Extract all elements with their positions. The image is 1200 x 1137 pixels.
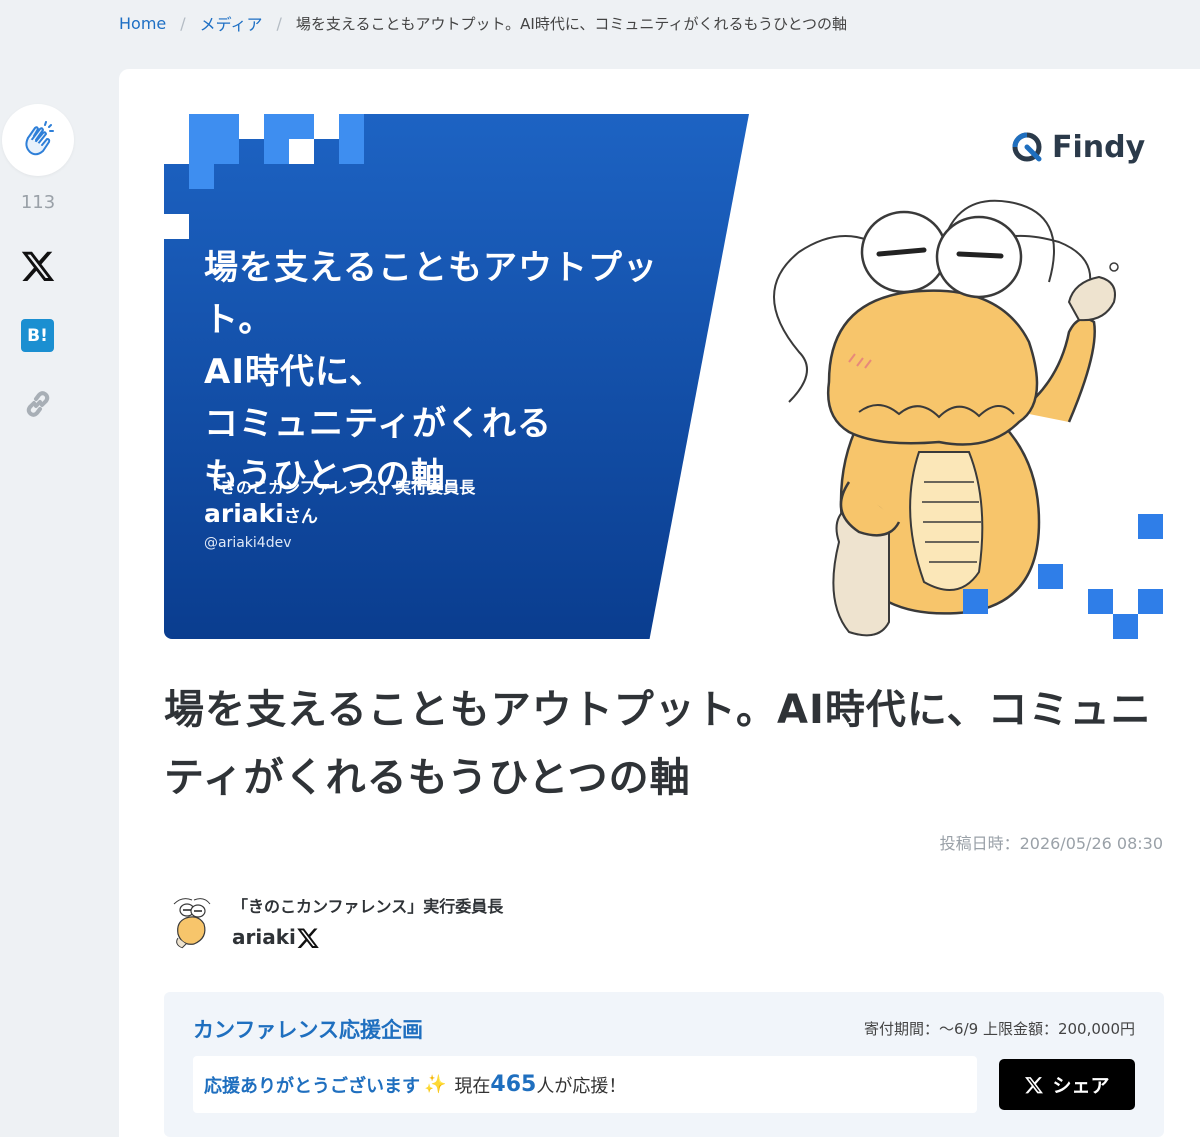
- support-thanks-text: 応援ありがとうございます: [204, 1075, 420, 1097]
- breadcrumb-home-link[interactable]: Home: [119, 14, 166, 33]
- pixel-decoration: [264, 114, 289, 139]
- pixel-decoration: [264, 139, 289, 164]
- author-role: 「きのこカンファレンス」実行委員長: [232, 897, 504, 916]
- pixel-decoration: [1138, 514, 1163, 539]
- findy-logo: Findy: [1010, 128, 1145, 166]
- clap-button[interactable]: [2, 104, 74, 176]
- hero-author-handle: @ariaki4dev: [204, 535, 292, 551]
- pixel-decoration: [239, 114, 264, 139]
- pixel-decoration: [164, 214, 189, 239]
- pixel-decoration: [164, 139, 189, 164]
- support-message: 応援ありがとうございます ✨ 現在 465 人が応援！: [193, 1056, 977, 1113]
- support-count-prefix: 現在: [454, 1075, 491, 1097]
- findy-logo-text: Findy: [1052, 129, 1146, 165]
- support-count-suffix: 人が応援！: [536, 1075, 627, 1097]
- pixel-decoration: [963, 589, 988, 614]
- post-date: 投稿日時：2026/05/26 08:30: [939, 834, 1163, 853]
- pixel-decoration: [189, 114, 214, 139]
- hero-author-name-text: ariaki: [204, 499, 284, 528]
- pixel-decoration: [214, 114, 239, 139]
- author-avatar[interactable]: [164, 894, 220, 950]
- article-title: 場を支えることもアウトプット。AI時代に、コミュニティがくれるもうひとつの軸: [164, 687, 1152, 801]
- pixel-decoration: [214, 139, 239, 164]
- sparkle-icon: ✨: [424, 1074, 447, 1095]
- article-card: 場を支えることもアウトプット。 AI時代に、 コミュニティがくれる もうひとつの…: [119, 69, 1200, 1137]
- conference-support-box: カンファレンス応援企画 寄付期間：〜6/9 上限金額：200,000円 応援あり…: [164, 992, 1164, 1137]
- x-share-button[interactable]: シェア: [999, 1059, 1135, 1110]
- hero-author-suffix: さん: [283, 507, 318, 527]
- x-logo-icon: [21, 251, 55, 281]
- share-x-button[interactable]: [20, 248, 56, 284]
- x-logo-icon: [1025, 1076, 1044, 1093]
- support-title: カンファレンス応援企画: [193, 1018, 423, 1042]
- avatar-mascot-icon: [164, 894, 220, 950]
- copy-link-button[interactable]: [22, 388, 54, 420]
- share-button-label: シェア: [1052, 1075, 1110, 1097]
- support-period-info: 寄付期間：〜6/9 上限金額：200,000円: [864, 1020, 1135, 1038]
- hero-author-role: 「きのこカンファレンス」実行委員長: [204, 478, 476, 497]
- pixel-decoration: [1113, 614, 1138, 639]
- pixel-decoration: [289, 139, 314, 164]
- pixel-decoration: [189, 139, 214, 164]
- breadcrumb: Home / メディア / 場を支えることもアウトプット。AI時代に、コミュニテ…: [119, 11, 848, 35]
- breadcrumb-media-link[interactable]: メディア: [200, 11, 263, 35]
- x-logo-icon: [297, 928, 319, 948]
- hero-banner: 場を支えることもアウトプット。 AI時代に、 コミュニティがくれる もうひとつの…: [164, 114, 1164, 639]
- pixel-decoration: [314, 114, 339, 139]
- pixel-decoration: [164, 114, 189, 139]
- pixel-decoration: [1088, 589, 1113, 614]
- hero-author-name: ariakiさん: [204, 499, 318, 528]
- pixel-decoration: [339, 114, 364, 139]
- clap-count: 113: [20, 192, 56, 213]
- author-x-link[interactable]: [296, 926, 320, 950]
- findy-mark-icon: [1012, 132, 1042, 162]
- pixel-decoration: [1038, 564, 1063, 589]
- support-count: 465: [490, 1072, 537, 1097]
- mascot-illustration: [773, 199, 1119, 637]
- pixel-decoration: [289, 114, 314, 139]
- clap-icon: [25, 121, 54, 156]
- hero-title: 場を支えることもアウトプット。 AI時代に、 コミュニティがくれる もうひとつの…: [204, 248, 658, 496]
- pixel-decoration: [339, 139, 364, 164]
- breadcrumb-current: 場を支えることもアウトプット。AI時代に、コミュニティがくれるもうひとつの軸: [295, 14, 848, 33]
- author-name[interactable]: ariaki: [232, 925, 296, 949]
- link-icon: [26, 391, 50, 417]
- breadcrumb-separator: /: [276, 13, 282, 33]
- breadcrumb-separator: /: [180, 13, 186, 33]
- pixel-decoration: [1138, 589, 1163, 614]
- pixel-decoration: [189, 164, 214, 189]
- hatena-bookmark-button[interactable]: B!: [21, 319, 54, 352]
